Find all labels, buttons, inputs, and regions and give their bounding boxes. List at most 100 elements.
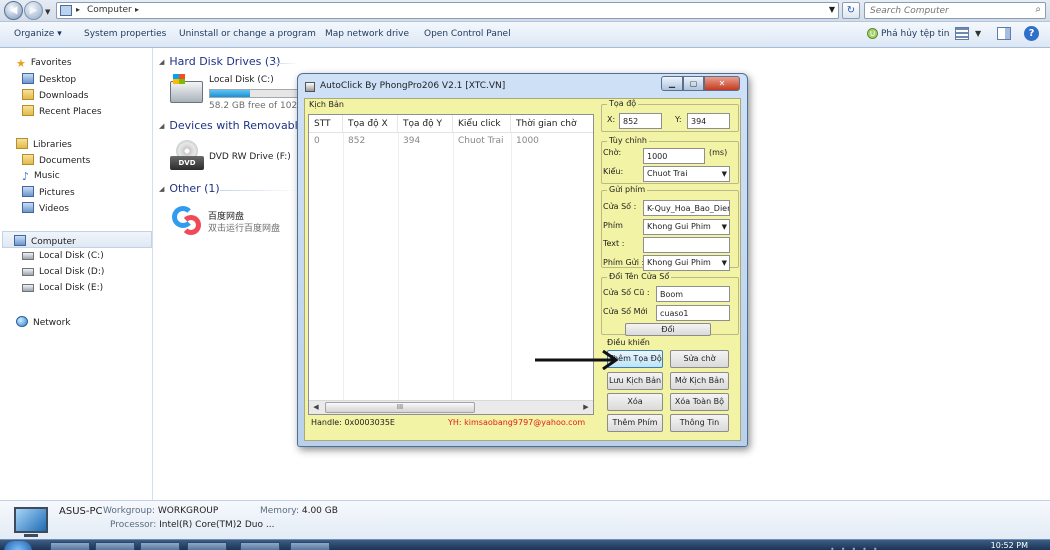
sendkey-group-title: Gửi phím [607, 185, 648, 194]
back-button[interactable]: ◀ [4, 1, 23, 20]
uninstall-program-button[interactable]: Uninstall or change a program [179, 29, 316, 39]
nav-local-disk-c[interactable]: Local Disk (C:) [22, 251, 104, 261]
x-input[interactable] [619, 113, 662, 129]
control-group-title: Điều khiển [605, 338, 652, 347]
y-input[interactable] [687, 113, 730, 129]
group-hard-disk-drives[interactable]: ◢ Hard Disk Drives (3) [159, 55, 280, 68]
destroy-file-button[interactable]: U Phá hủy tệp tin [867, 28, 949, 39]
refresh-button[interactable]: ↻ [842, 2, 860, 19]
taskbar-item[interactable] [187, 542, 227, 550]
system-properties-button[interactable]: System properties [84, 29, 166, 39]
open-script-button[interactable]: Mở Kịch Bản [670, 372, 729, 390]
taskbar-item[interactable] [140, 542, 180, 550]
drive-name: DVD RW Drive (F:) [209, 152, 291, 162]
search-box[interactable]: ⌕ [864, 2, 1046, 19]
sendkey-select[interactable]: Khong Gui Phim ▼ [643, 255, 730, 271]
nav-favorites[interactable]: ★ Favorites [16, 57, 72, 70]
collapse-icon[interactable]: ◢ [159, 58, 164, 66]
recent-pages-dropdown-icon[interactable]: ▼ [45, 8, 50, 16]
horizontal-scrollbar[interactable]: ◀ III ▶ [309, 400, 593, 414]
view-dropdown-icon[interactable]: ▼ [975, 29, 981, 38]
text-input[interactable] [643, 237, 730, 253]
nav-pictures[interactable]: Pictures [22, 186, 75, 198]
breadcrumb-chevron-icon[interactable]: ▸ [135, 5, 139, 14]
delete-button[interactable]: Xóa [607, 393, 663, 411]
preview-pane-icon[interactable] [997, 27, 1011, 40]
cell-stt: 0 [314, 136, 320, 146]
collapse-icon[interactable]: ◢ [159, 122, 164, 130]
edit-wait-button[interactable]: Sửa chờ [670, 350, 729, 368]
forward-button[interactable]: ▶ [24, 1, 43, 20]
group-removable-devices[interactable]: ◢ Devices with Removable [159, 119, 305, 132]
email-label: YH: kimsaobang9797@yahoo.com [448, 418, 586, 427]
taskbar-clock[interactable]: 10:52 PM [991, 541, 1028, 550]
scroll-thumb[interactable]: III [325, 402, 475, 413]
column-header-click-type[interactable]: Kiểu click [453, 115, 511, 132]
nav-documents[interactable]: Documents [22, 154, 90, 166]
nav-computer[interactable]: Computer [14, 235, 76, 247]
dropdown-arrow-icon[interactable]: ▼ [722, 220, 727, 234]
taskbar-item[interactable] [50, 542, 90, 550]
nav-local-disk-e[interactable]: Local Disk (E:) [22, 283, 103, 293]
music-icon: ♪ [22, 170, 30, 183]
wait-input[interactable] [643, 148, 705, 164]
taskbar-item[interactable] [290, 542, 330, 550]
map-network-drive-button[interactable]: Map network drive [325, 29, 409, 39]
taskbar-item[interactable] [95, 542, 135, 550]
search-icon[interactable]: ⌕ [1035, 4, 1041, 15]
help-icon[interactable]: ? [1024, 26, 1039, 41]
info-button[interactable]: Thông Tin [670, 414, 729, 432]
drive-dvd-rw[interactable]: DVD DVD RW Drive (F:) [170, 140, 310, 174]
breadcrumb-computer[interactable]: Computer [87, 5, 132, 15]
close-button[interactable]: ✕ [704, 76, 740, 91]
computer-name: ASUS-PC [59, 506, 103, 517]
scroll-right-icon[interactable]: ▶ [579, 401, 593, 414]
open-control-panel-button[interactable]: Open Control Panel [424, 29, 511, 39]
dropdown-arrow-icon[interactable]: ▼ [722, 167, 727, 181]
add-key-button[interactable]: Thêm Phím [607, 414, 663, 432]
column-header-wait-time[interactable]: Thời gian chờ [511, 115, 593, 132]
nav-local-disk-d[interactable]: Local Disk (D:) [22, 267, 104, 277]
key-select[interactable]: Khong Gui Phim ▼ [643, 219, 730, 235]
maximize-button[interactable]: ▢ [683, 76, 704, 91]
window-input[interactable] [643, 200, 730, 216]
save-script-button[interactable]: Lưu Kịch Bản [607, 372, 663, 390]
minimize-button[interactable]: ▁ [661, 76, 683, 91]
column-header-y[interactable]: Tọa độ Y [398, 115, 453, 132]
rename-group-title: Đổi Tên Cửa Sổ [607, 272, 672, 281]
breadcrumb-chevron-icon[interactable]: ▸ [76, 5, 80, 14]
shield-icon: U [867, 28, 878, 39]
rename-button[interactable]: Đổi [625, 323, 711, 336]
group-other[interactable]: ◢ Other (1) [159, 182, 220, 195]
drive-local-disk-c[interactable]: Local Disk (C:) 58.2 GB free of 102 GB [170, 74, 313, 115]
start-button[interactable] [4, 541, 32, 550]
delete-all-button[interactable]: Xóa Toàn Bộ [670, 393, 729, 411]
address-dropdown-icon[interactable]: ▼ [829, 5, 835, 14]
search-input[interactable] [865, 3, 1025, 18]
nav-desktop[interactable]: Desktop [22, 73, 76, 85]
column-header-stt[interactable]: STT [309, 115, 343, 132]
baidu-netdisk-subtitle: 双击运行百度网盘 [208, 224, 281, 234]
nav-network[interactable]: Network [16, 316, 71, 328]
organize-menu[interactable]: Organize ▾ [14, 29, 62, 39]
column-header-x[interactable]: Tọa độ X [343, 115, 398, 132]
change-view-icon[interactable] [955, 27, 969, 40]
nav-downloads[interactable]: Downloads [22, 89, 88, 101]
baidu-netdisk-icon[interactable] [172, 206, 202, 236]
collapse-icon[interactable]: ◢ [159, 185, 164, 193]
old-window-input[interactable] [656, 286, 730, 302]
scroll-left-icon[interactable]: ◀ [309, 401, 323, 414]
click-type-select[interactable]: Chuot Trai ▼ [643, 166, 730, 182]
nav-music[interactable]: ♪ Music [22, 170, 60, 183]
taskbar-item[interactable] [240, 542, 280, 550]
new-window-input[interactable] [656, 305, 730, 321]
script-group: Kịch Bản STT Tọa độ X Tọa độ Y Kiểu clic… [305, 100, 599, 433]
nav-recent-places[interactable]: Recent Places [22, 105, 102, 117]
nav-libraries[interactable]: Libraries [16, 138, 72, 150]
tray-icons[interactable]: ••••• [830, 545, 884, 550]
nav-videos[interactable]: Videos [22, 202, 69, 214]
list-item[interactable]: 0 852 394 Chuot Trai 1000 [309, 133, 593, 149]
libraries-icon [16, 138, 28, 149]
dropdown-arrow-icon[interactable]: ▼ [722, 256, 727, 270]
address-box[interactable]: ▸ Computer ▸ ▼ [56, 2, 839, 19]
